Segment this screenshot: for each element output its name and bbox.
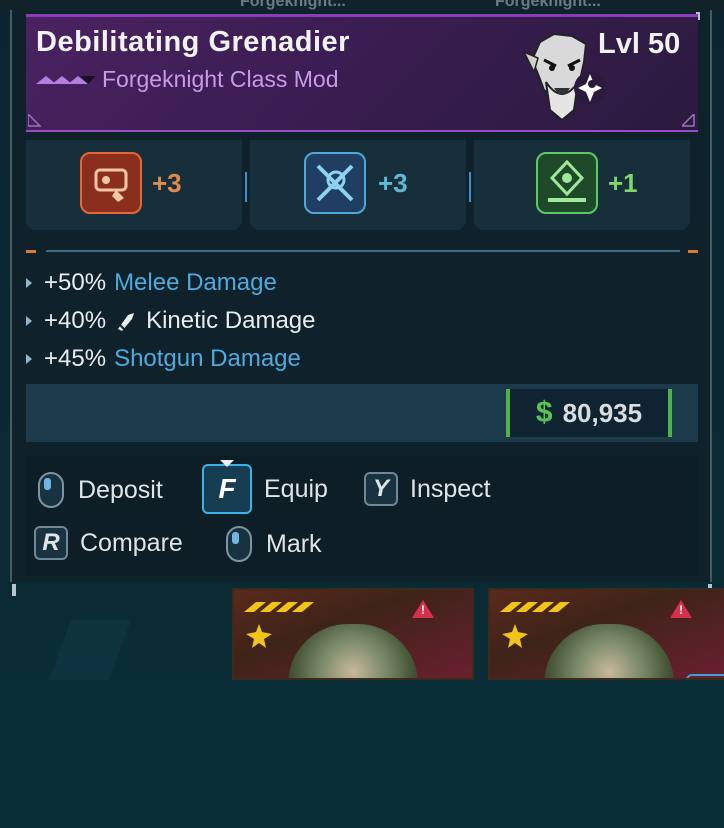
action-label: Deposit <box>78 475 163 504</box>
rarity-stripes-icon <box>244 602 314 612</box>
inspect-action[interactable]: Y Inspect <box>364 472 491 506</box>
mouse-middle-icon <box>226 526 252 562</box>
mark-action[interactable]: Mark <box>226 526 322 562</box>
kinetic-bullet-icon <box>118 313 135 331</box>
bonus-label: Melee Damage <box>114 269 277 296</box>
item-price: $ 80,935 <box>506 389 672 437</box>
warning-icon: ! <box>670 600 692 618</box>
bonus-line: +50% Melee Damage <box>26 266 277 300</box>
divider <box>469 172 471 202</box>
skill-slot[interactable]: +3 <box>26 140 242 230</box>
warning-icon: ! <box>412 600 434 618</box>
selected-marker-icon <box>220 460 234 467</box>
key-y-icon: Y <box>364 472 398 506</box>
bonus-percent: +40% <box>44 307 107 334</box>
deposit-action[interactable]: Deposit <box>38 472 163 508</box>
class-star-icon <box>502 624 528 648</box>
bonus-line: +45% Shotgun Damage <box>26 342 301 376</box>
skill-slot[interactable]: +3 <box>250 140 466 230</box>
bonus-label: Kinetic Damage <box>146 307 316 334</box>
inventory-item-card[interactable]: ! <box>488 588 724 680</box>
bonus-label: Shotgun Damage <box>114 345 301 372</box>
skill-value: +1 <box>608 168 638 198</box>
divider-accent <box>688 250 698 253</box>
action-label: Equip <box>264 474 328 503</box>
action-label: Mark <box>266 529 322 558</box>
item-image <box>544 624 674 678</box>
skill-slot[interactable]: +1 <box>474 140 690 230</box>
class-star-icon <box>246 624 272 648</box>
rarity-stripes-icon <box>500 602 570 612</box>
key-r-icon: R <box>34 526 68 560</box>
skill-value: +3 <box>152 168 182 198</box>
corner-mark-icon <box>682 114 695 127</box>
price-value: 80,935 <box>562 397 643 428</box>
bonus-percent: +50% <box>44 269 107 296</box>
panel-pin <box>12 584 16 596</box>
action-label: Inspect <box>410 474 491 503</box>
ground-burst-skill-icon <box>536 152 598 214</box>
forgeknight-portrait-icon <box>522 32 606 122</box>
item-image <box>288 624 418 678</box>
inventory-item-card[interactable]: ! <box>232 588 474 680</box>
background-floor <box>0 680 724 828</box>
bullet-icon <box>26 278 32 288</box>
bullet-icon <box>26 316 32 326</box>
grenade-skill-icon <box>80 152 142 214</box>
divider-accent <box>26 250 36 253</box>
currency-icon: $ <box>535 396 553 429</box>
divider <box>245 172 247 202</box>
compare-action[interactable]: R Compare <box>34 526 183 560</box>
bonus-line: +40% Kinetic Damage <box>26 304 315 338</box>
bonus-percent: +45% <box>44 345 107 372</box>
skill-bonus-row: +3 +3 +1 <box>26 140 698 230</box>
action-label: Compare <box>80 528 183 557</box>
skill-value: +3 <box>378 168 408 198</box>
crossed-blades-skill-icon <box>304 152 366 214</box>
divider <box>46 250 680 252</box>
item-type: Forgeknight Class Mod <box>102 66 339 92</box>
item-name: Debilitating Grenadier <box>36 26 350 58</box>
rarity-chevrons-icon <box>36 76 96 84</box>
bullet-icon <box>26 354 32 364</box>
key-f-icon: F <box>202 464 252 514</box>
corner-mark-icon <box>28 114 42 127</box>
background-shard <box>49 620 131 680</box>
mouse-left-icon <box>38 472 64 508</box>
equip-action[interactable]: F Equip <box>202 460 328 514</box>
